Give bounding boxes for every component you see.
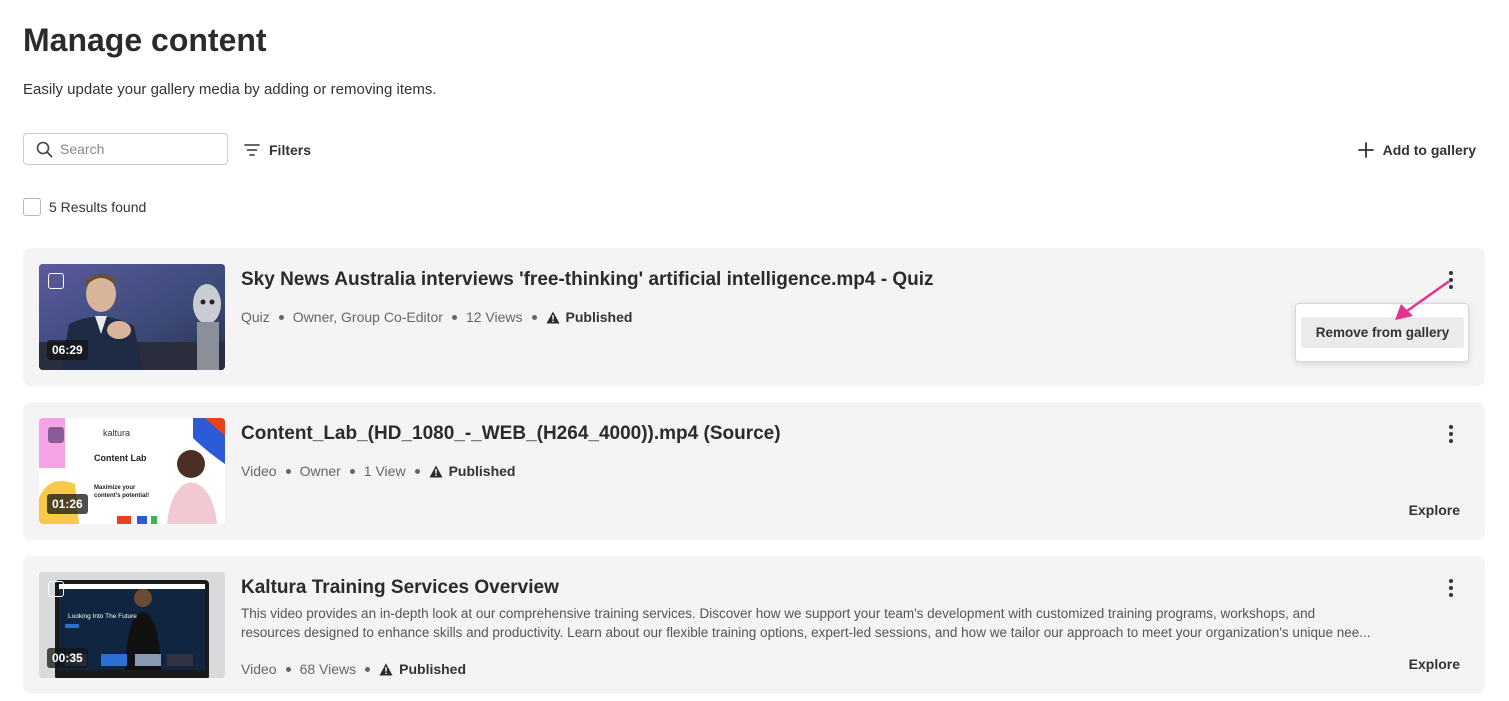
thumb-brand: kaltura [103, 428, 131, 438]
entry-description: This video provides an in-depth look at … [241, 604, 1391, 642]
entry-title[interactable]: Kaltura Training Services Overview [241, 576, 559, 600]
entry-thumbnail[interactable]: Looking Into The Future 00:35 [39, 572, 225, 678]
page-subtitle: Easily update your gallery media by addi… [23, 81, 437, 98]
entry-views: 68 Views [299, 661, 357, 677]
kebab-dot [1449, 579, 1453, 583]
entry-card[interactable]: 06:29 Sky News Australia interviews 'fre… [23, 248, 1485, 386]
results-count: 5 Results found [49, 199, 147, 215]
thumb-line: content's potential! [94, 493, 150, 499]
kebab-dot [1449, 586, 1453, 590]
filters-button[interactable]: Filters [244, 138, 311, 162]
warning-icon [379, 663, 393, 675]
entry-type: Video [241, 463, 277, 479]
separator-dot [531, 314, 537, 320]
description-line: resources designed to enhance skills and… [241, 625, 1371, 640]
entry-role: Owner, Group Co-Editor [292, 309, 443, 325]
kebab-dot [1449, 432, 1453, 436]
entry-meta: Quiz Owner, Group Co-Editor 12 Views Pub… [241, 308, 632, 326]
separator-dot [285, 666, 291, 672]
add-to-gallery-label: Add to gallery [1382, 142, 1476, 158]
search-icon [36, 141, 53, 158]
filter-icon [244, 144, 260, 156]
warning-icon [546, 311, 560, 323]
thumb-heading: Content Lab [94, 453, 147, 463]
duration-badge: 06:29 [47, 340, 88, 360]
entry-meta: Video 68 Views Published [241, 660, 466, 678]
status-badge: Published [546, 308, 633, 326]
entry-select-checkbox[interactable] [48, 581, 64, 597]
entry-select-checkbox[interactable] [48, 427, 64, 443]
separator-dot [349, 468, 355, 474]
add-to-gallery-button[interactable]: Add to gallery [1357, 138, 1476, 162]
explore-button[interactable]: Explore [1409, 656, 1460, 672]
entry-views: 12 Views [465, 309, 523, 325]
entry-select-checkbox[interactable] [48, 273, 64, 289]
separator-dot [451, 314, 457, 320]
kebab-dot [1449, 439, 1453, 443]
plus-icon [1357, 142, 1374, 158]
description-line: This video provides an in-depth look at … [241, 606, 1316, 621]
status-label: Published [399, 661, 467, 677]
thumb-line: Maximize your [94, 485, 136, 491]
filters-label: Filters [269, 142, 312, 158]
entry-thumbnail[interactable]: 06:29 [39, 264, 225, 370]
duration-badge: 01:26 [47, 494, 88, 514]
status-label: Published [565, 309, 633, 325]
annotation-arrow-icon [1395, 280, 1450, 320]
separator-dot [365, 666, 371, 672]
kebab-dot [1449, 425, 1453, 429]
warning-icon [429, 465, 443, 477]
duration-badge: 00:35 [47, 648, 88, 668]
separator-dot [285, 468, 291, 474]
entry-views: 1 View [363, 463, 406, 479]
entry-meta: Video Owner 1 View Published [241, 462, 515, 480]
separator-dot [414, 468, 420, 474]
search-box[interactable] [23, 133, 228, 165]
separator-dot [278, 314, 284, 320]
search-input[interactable] [60, 134, 220, 164]
more-options-button[interactable] [1441, 578, 1461, 598]
entry-card[interactable]: kaltura Content Lab Maximize your conten… [23, 402, 1485, 540]
status-label: Published [448, 463, 516, 479]
entry-thumbnail[interactable]: kaltura Content Lab Maximize your conten… [39, 418, 225, 524]
status-badge: Published [429, 462, 516, 480]
thumb-heading: Looking Into The Future [68, 613, 137, 620]
entry-title[interactable]: Content_Lab_(HD_1080_-_WEB_(H264_4000)).… [241, 422, 781, 446]
kebab-dot [1449, 271, 1453, 275]
explore-button[interactable]: Explore [1409, 502, 1460, 518]
entry-title[interactable]: Sky News Australia interviews 'free-thin… [241, 268, 934, 292]
kebab-dot [1449, 593, 1453, 597]
page-title: Manage content [23, 22, 267, 58]
more-options-button[interactable] [1441, 424, 1461, 444]
entry-card[interactable]: Looking Into The Future 00:35 Kaltura Tr… [23, 556, 1485, 694]
entry-role: Owner [299, 463, 341, 479]
entry-type: Quiz [241, 309, 270, 325]
entry-type: Video [241, 661, 277, 677]
status-badge: Published [379, 660, 466, 678]
select-all-checkbox[interactable] [23, 198, 41, 216]
